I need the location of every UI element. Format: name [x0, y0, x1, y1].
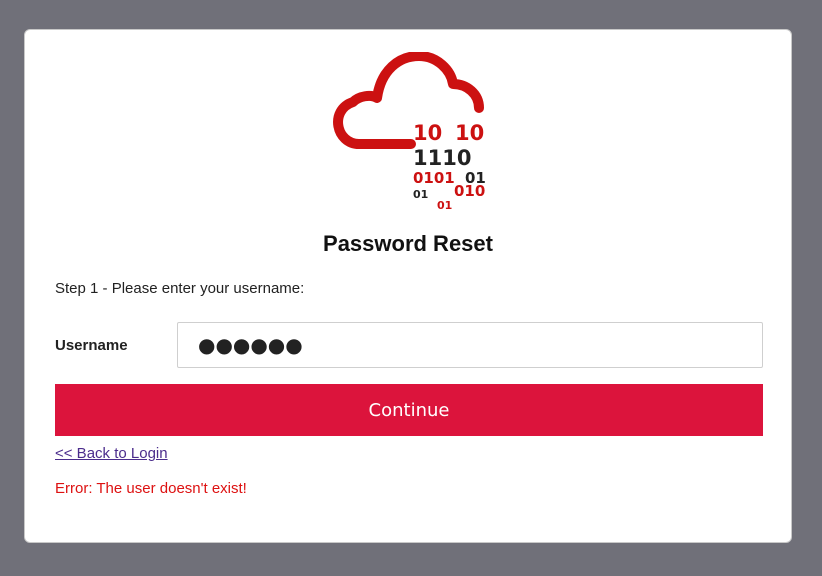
binary-digits-01-bottom: 01 — [437, 199, 452, 212]
binary-digits-01-small: 01 — [413, 188, 428, 201]
cloud-binary-icon: 10 10 1110 0101 01 01 010 01 — [333, 52, 486, 212]
username-label: Username — [55, 337, 128, 354]
binary-digits-0101: 0101 — [413, 169, 455, 187]
continue-button[interactable]: Continue — [55, 384, 763, 436]
binary-digits-10-right: 10 — [455, 121, 484, 145]
error-message: Error: The user doesn't exist! — [55, 480, 247, 497]
username-input[interactable] — [177, 322, 763, 368]
binary-digits-1110: 1110 — [413, 146, 471, 170]
binary-digits-010: 010 — [454, 182, 485, 200]
password-reset-card: 10 10 1110 0101 01 01 010 01 Password Re… — [24, 29, 792, 543]
page-title: Password Reset — [323, 231, 493, 256]
step-instructions: Step 1 - Please enter your username: — [55, 280, 305, 297]
back-to-login-link[interactable]: << Back to Login — [55, 445, 168, 462]
binary-digits-10-left: 10 — [413, 121, 442, 145]
